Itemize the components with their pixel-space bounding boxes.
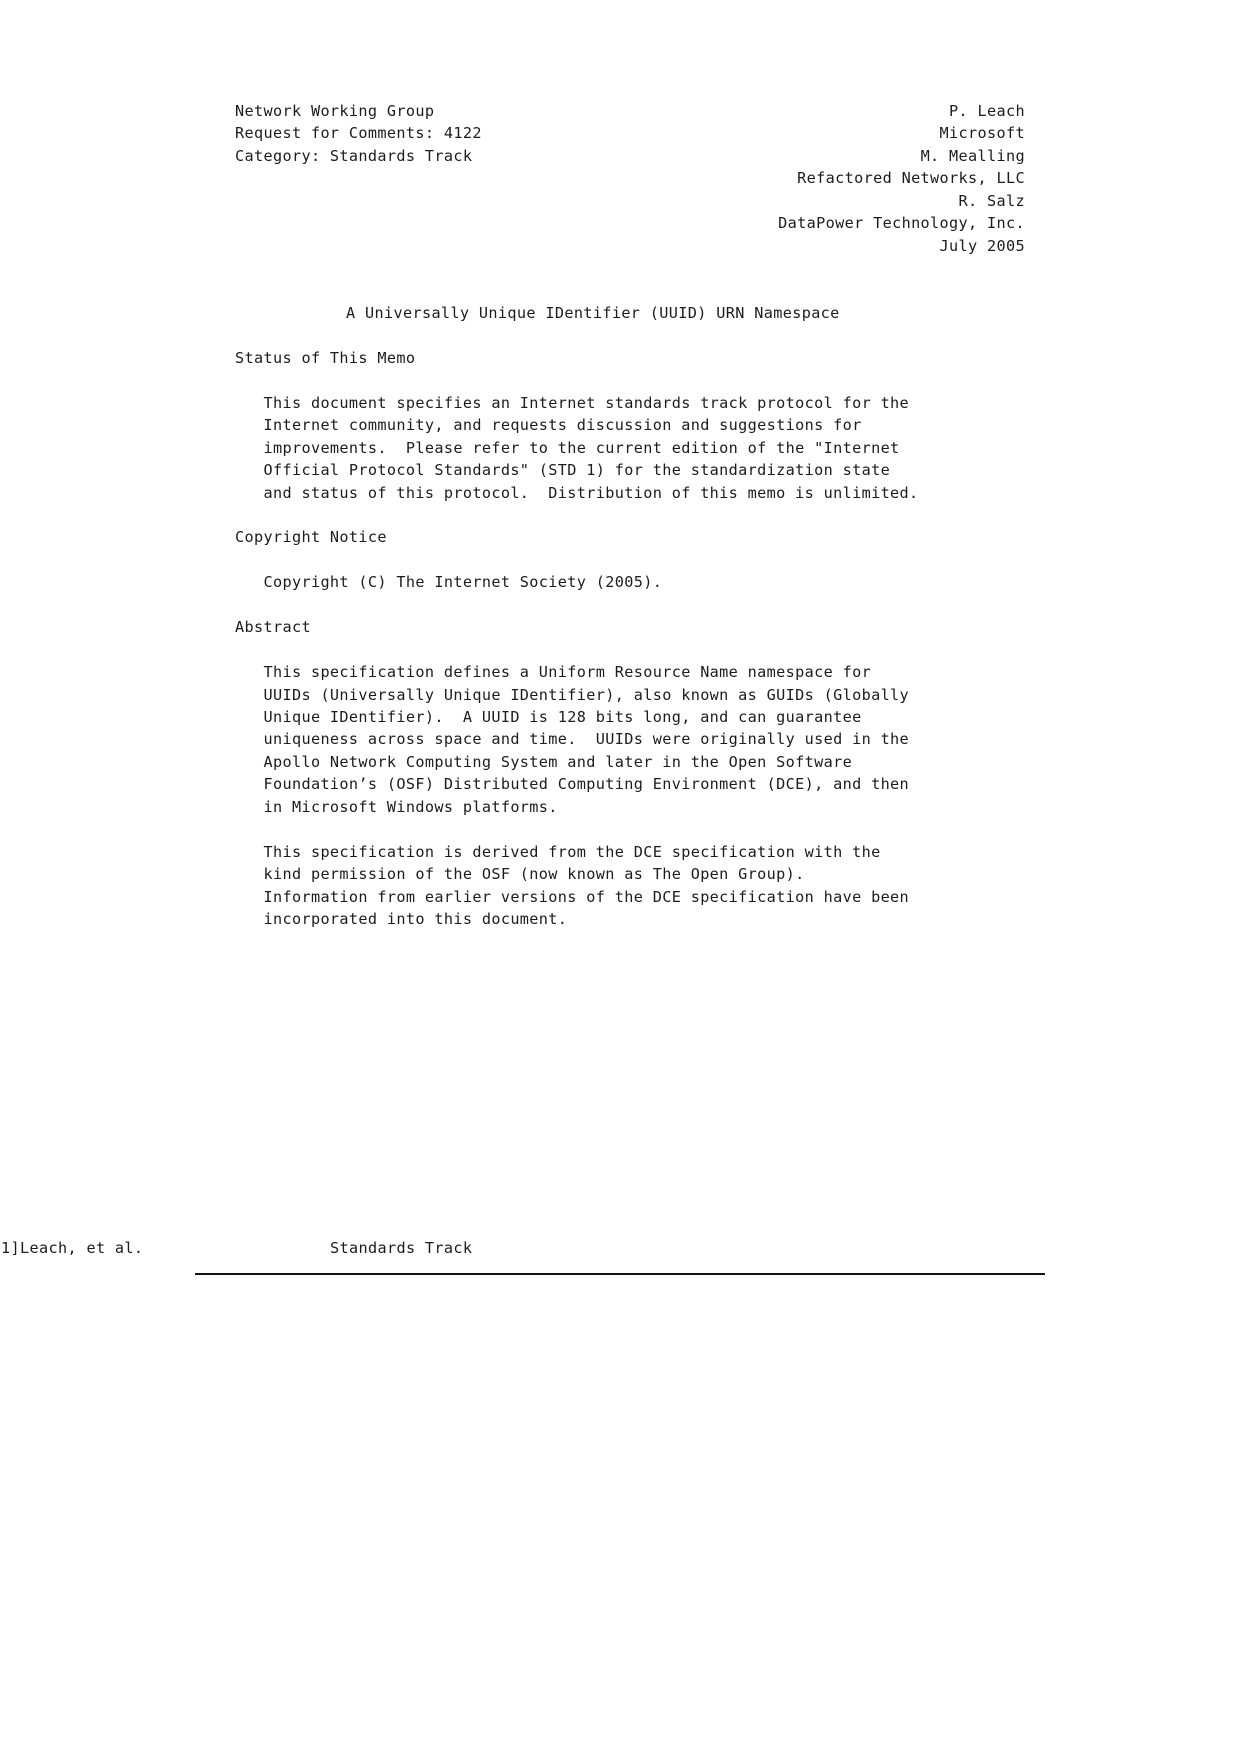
section-paragraph-status: This document specifies an Internet stan… [263, 393, 919, 502]
spacer-after-header [235, 257, 1025, 279]
header-left-line-2: Request for Comments: 4122 [235, 124, 482, 143]
footer-text: Leach, et al. Standards Track [Page 1] [0, 1235, 1240, 1257]
header-right-line-4: Refactored Networks, LLC [797, 169, 1025, 188]
spacer-between-abstract-paragraphs [235, 818, 1025, 840]
rfc-page: Network Working Group P. Leach Request for… [0, 0, 1240, 1755]
header-left-line-3: Category: Standards Track [235, 146, 473, 165]
header-left-line-1: Network Working Group [235, 102, 435, 120]
header-row-1: Network Working Group P. Leach [235, 100, 1025, 122]
footer-page-number: [Page 1] [1, 1239, 20, 1257]
header-right-line-6: DataPower Technology, Inc. [778, 214, 1025, 233]
spacer-copyright-heading [235, 549, 1025, 571]
header-right-line-1: P. Leach [949, 102, 1025, 120]
footer-authors: Leach, et al. [20, 1239, 144, 1257]
header-block: Network Working Group P. Leach Request for… [235, 100, 1025, 257]
document-text: Network Working Group P. Leach Request for… [235, 100, 1025, 931]
spacer-status-heading [235, 369, 1025, 391]
header-row-7: July 2005 [235, 235, 1025, 257]
header-right-line-7: July 2005 [939, 236, 1025, 255]
header-row-3: Category: Standards Track M. Mealling [235, 145, 1025, 167]
section-heading-copyright: Copyright Notice [235, 528, 387, 547]
footer-row: Leach, et al. Standards Track [Page 1] [0, 1237, 472, 1257]
section-paragraph-abstract-2: This specification is derived from the D… [263, 842, 910, 929]
spacer-before-title [235, 280, 1025, 302]
header-right-line-5: R. Salz [958, 191, 1025, 210]
document-body: Network Working Group P. Leach Request for… [215, 100, 1025, 931]
page-footer: Leach, et al. Standards Track [Page 1] [0, 1235, 1240, 1755]
footer-divider [195, 1273, 1045, 1276]
document-title: A Universally Unique IDentifier (UUID) U… [346, 303, 840, 322]
header-row-6: DataPower Technology, Inc. [235, 212, 1025, 234]
header-right-line-3: M. Mealling [920, 146, 1025, 165]
section-heading-abstract: Abstract [235, 618, 311, 637]
spacer-after-status [235, 504, 1025, 526]
spacer-after-title [235, 324, 1025, 346]
header-row-2: Request for Comments: 4122 Microsoft [235, 122, 1025, 144]
header-right-line-2: Microsoft [939, 124, 1025, 143]
section-heading-status: Status of This Memo [235, 348, 416, 367]
section-paragraph-abstract-1: This specification defines a Uniform Res… [263, 663, 910, 816]
section-paragraph-copyright: Copyright (C) The Internet Society (2005… [235, 573, 663, 592]
spacer-after-copyright [235, 594, 1025, 616]
footer-category: Standards Track [330, 1239, 473, 1257]
header-row-4: Refactored Networks, LLC [235, 167, 1025, 189]
spacer-abstract-heading [235, 639, 1025, 661]
header-row-5: R. Salz [235, 190, 1025, 212]
